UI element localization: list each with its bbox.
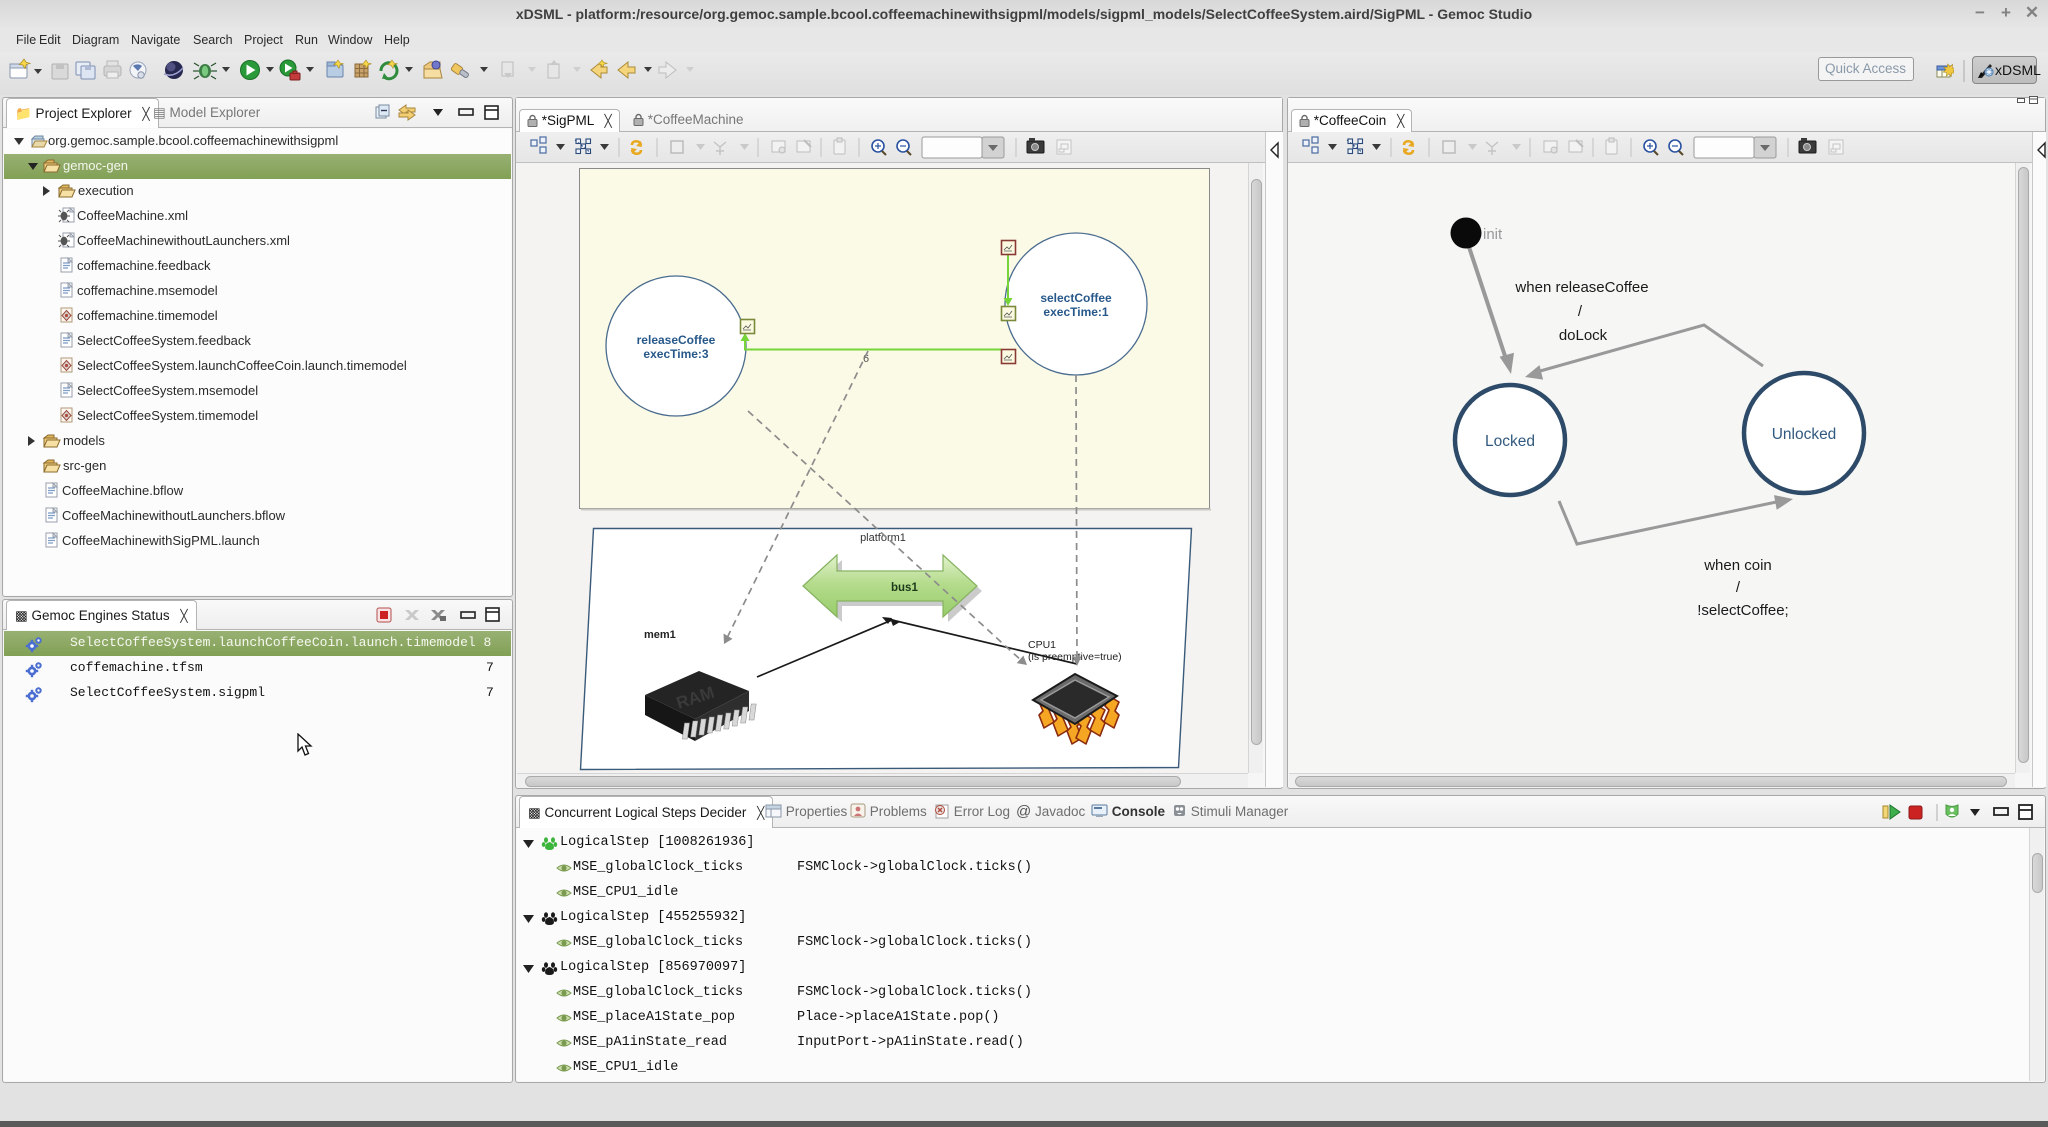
svg-text:when coin: when coin: [1703, 557, 1772, 574]
svg-text:/: /: [1578, 303, 1583, 320]
svg-text:mem1: mem1: [644, 629, 676, 641]
svg-text:/: /: [1736, 579, 1741, 596]
svg-text:Locked: Locked: [1485, 433, 1535, 450]
svg-text:selectCoffee: selectCoffee: [1040, 291, 1112, 305]
svg-text:releaseCoffee: releaseCoffee: [637, 333, 716, 347]
svg-text:CPU1: CPU1: [1028, 639, 1056, 651]
svg-text:!selectCoffee;: !selectCoffee;: [1697, 602, 1788, 619]
svg-text:doLock: doLock: [1559, 327, 1608, 344]
svg-text:init: init: [1483, 226, 1503, 243]
svg-text:execTime:1: execTime:1: [1043, 305, 1108, 319]
svg-text:Unlocked: Unlocked: [1772, 426, 1837, 443]
svg-text:when releaseCoffee: when releaseCoffee: [1514, 279, 1648, 296]
svg-text:execTime:3: execTime:3: [643, 347, 708, 361]
svg-text:bus1: bus1: [891, 582, 918, 594]
